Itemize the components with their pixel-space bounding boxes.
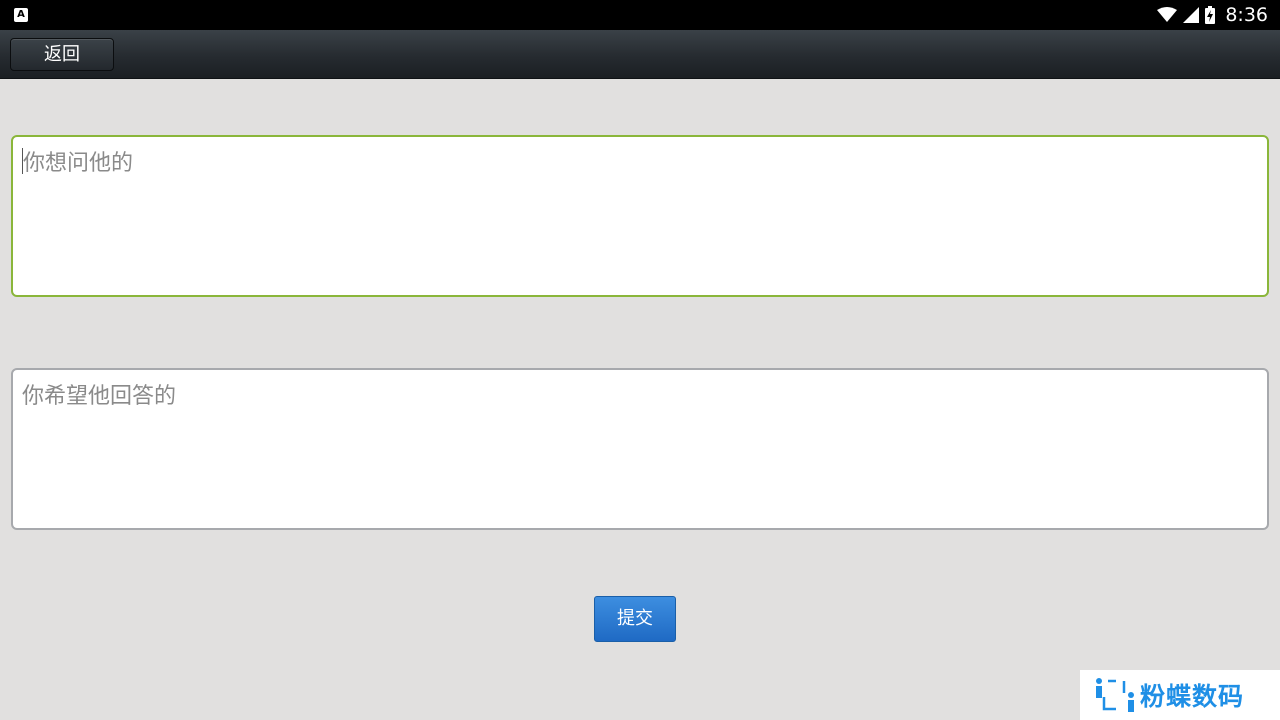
a-box-icon: A (14, 8, 28, 22)
question-placeholder: 你想问他的 (23, 151, 134, 176)
back-button[interactable]: 返回 (10, 38, 114, 71)
title-bar: 返回 (0, 30, 1280, 79)
answer-input[interactable]: 你希望他回答的 (11, 368, 1269, 530)
status-bar: A 8:36 (0, 0, 1280, 30)
watermark: 粉蝶数码 (1080, 670, 1280, 720)
watermark-text: 粉蝶数码 (1140, 682, 1245, 711)
question-input[interactable]: 你想问他的 (11, 135, 1269, 297)
watermark-logo-icon (1096, 678, 1134, 712)
wifi-icon (1157, 7, 1178, 22)
status-icons: 8:36 (1157, 0, 1268, 30)
status-time: 8:36 (1225, 4, 1268, 26)
submit-button[interactable]: 提交 (594, 596, 676, 642)
cell-signal-icon (1183, 7, 1200, 23)
answer-placeholder: 你希望他回答的 (22, 384, 177, 409)
battery-charging-icon (1205, 6, 1216, 24)
